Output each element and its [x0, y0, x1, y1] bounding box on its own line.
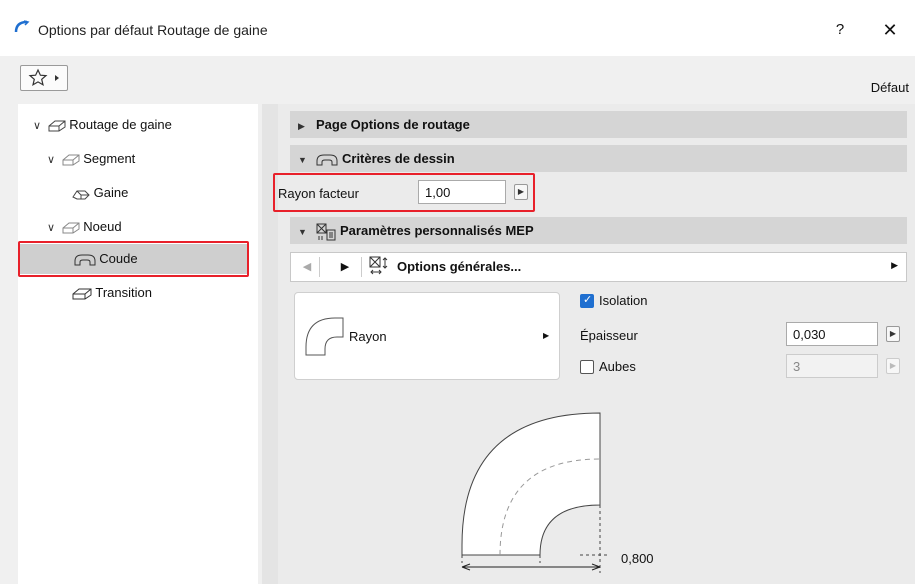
dimension-label: 0,800 — [621, 551, 654, 566]
vanes-label: Aubes — [599, 359, 636, 374]
chevron-down-icon[interactable]: ∨ — [30, 115, 44, 137]
insulation-label: Isolation — [599, 293, 648, 308]
tree-item-gaine[interactable]: Gaine — [72, 182, 128, 204]
caret-down-icon: ▼ — [298, 155, 307, 165]
caret-right-icon — [55, 75, 59, 81]
tree-item-routage-de-gaine[interactable]: ∨ Routage de gaine — [30, 114, 172, 136]
section-mep-params[interactable]: ▼ Paramètres personnalisés MEP — [290, 217, 907, 244]
previous-page-button[interactable]: ◀ — [295, 255, 319, 279]
chevron-down-icon[interactable]: ∨ — [44, 217, 58, 239]
section-drawing-criteria[interactable]: ▼ Critères de dessin — [290, 145, 907, 172]
tree-item-label: Segment — [83, 151, 136, 166]
shape-label: Rayon — [349, 329, 387, 344]
window-title: Options par défaut Routage de gaine — [38, 22, 268, 38]
section-title: Paramètres personnalisés MEP — [340, 223, 534, 238]
favorites-button[interactable] — [20, 65, 68, 91]
tree-item-noeud[interactable]: ∨ Noeud — [44, 216, 122, 238]
elbow-icon — [316, 154, 338, 166]
tree-item-label: Gaine — [93, 185, 129, 200]
vanes-checkbox[interactable] — [580, 360, 594, 374]
section-title: Critères de dessin — [342, 151, 455, 166]
caret-right-icon: ▶ — [298, 121, 305, 131]
chevron-down-icon[interactable]: ∨ — [44, 149, 58, 171]
tree-item-label: Noeud — [83, 219, 122, 234]
section-routing-options[interactable]: ▶ Page Options de routage — [290, 111, 907, 138]
thickness-arrow-button[interactable]: ▶ — [886, 326, 900, 342]
duct-routing-icon — [14, 20, 30, 37]
tree-item-label: Routage de gaine — [69, 117, 172, 132]
shape-selector-card[interactable]: Rayon ▶ — [294, 292, 560, 380]
node-icon — [62, 222, 80, 234]
thickness-input[interactable] — [786, 322, 878, 346]
segment-icon — [62, 154, 80, 166]
duct-icon — [48, 120, 66, 132]
vanes-count-input[interactable] — [786, 354, 878, 378]
highlight-frame — [18, 241, 249, 277]
help-button[interactable]: ? — [828, 18, 852, 42]
tree-item-segment[interactable]: ∨ Segment — [44, 148, 135, 170]
star-icon — [28, 68, 48, 87]
thickness-label: Épaisseur — [580, 328, 638, 343]
duct-elbow-icon — [72, 190, 90, 200]
settings-tree — [18, 104, 258, 584]
section-title: Page Options de routage — [316, 117, 470, 132]
caret-down-icon: ▼ — [298, 227, 307, 237]
tree-item-transition[interactable]: Transition — [72, 282, 152, 304]
close-button[interactable]: ✕ — [876, 18, 904, 42]
transition-icon — [72, 288, 92, 300]
tree-item-label: Transition — [95, 285, 152, 300]
page-selector[interactable]: Options générales... — [397, 259, 521, 274]
preset-name: Défaut — [870, 80, 909, 95]
caret-right-icon: ▶ — [543, 331, 550, 340]
elbow-shape-icon — [305, 317, 344, 356]
insulation-checkbox[interactable] — [580, 293, 594, 308]
vanes-arrow-button[interactable]: ▶ — [886, 358, 900, 374]
custom-params-icon — [316, 223, 336, 241]
highlight-frame — [273, 173, 535, 212]
general-options-icon — [369, 256, 388, 275]
page-navigation-bar: ◀ ▶ Options générales... ▶ — [290, 252, 907, 282]
caret-right-icon[interactable]: ▶ — [891, 260, 898, 271]
next-page-button[interactable]: ▶ — [333, 255, 357, 279]
